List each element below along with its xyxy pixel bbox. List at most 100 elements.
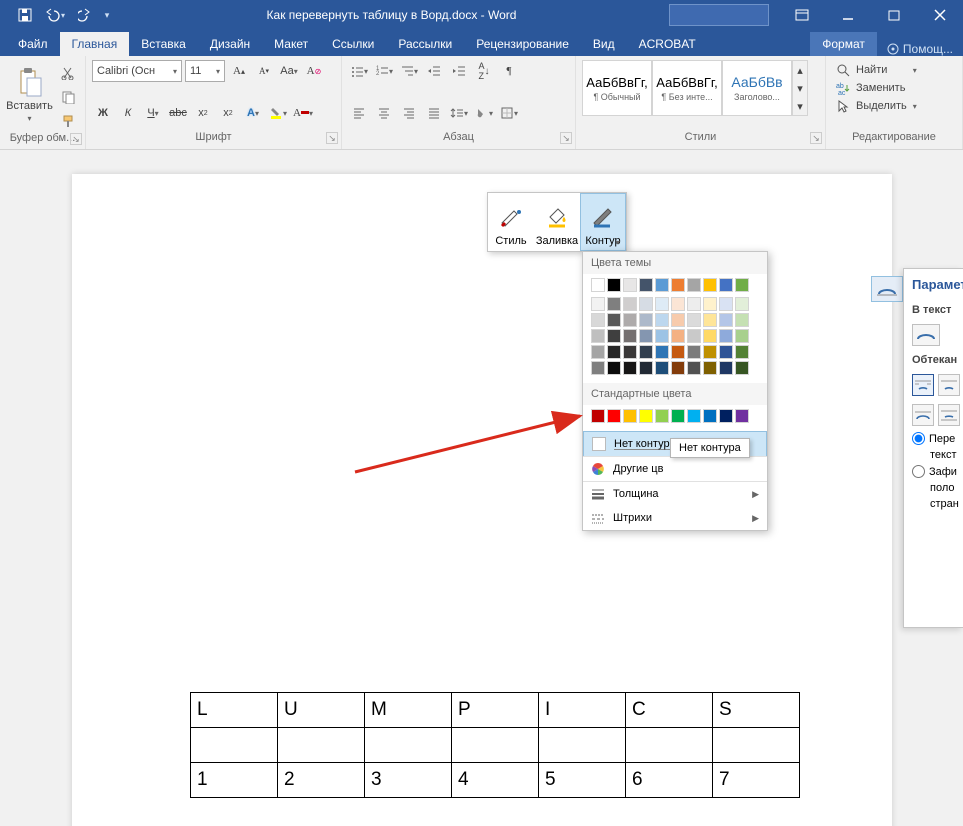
color-swatch[interactable] <box>671 278 685 292</box>
mini-fill-button[interactable]: Заливка <box>534 193 580 251</box>
color-swatch[interactable] <box>671 345 685 359</box>
underline-button[interactable]: Ч▾ <box>142 102 164 124</box>
color-swatch[interactable] <box>719 278 733 292</box>
color-swatch[interactable] <box>687 329 701 343</box>
color-swatch[interactable] <box>655 313 669 327</box>
table-cell[interactable]: 6 <box>626 763 713 798</box>
qat-customize[interactable]: ▾ <box>100 0 114 30</box>
color-swatch[interactable] <box>703 313 717 327</box>
redo-button[interactable] <box>70 0 100 30</box>
tab-acrobat[interactable]: ACROBAT <box>627 32 708 56</box>
color-swatch[interactable] <box>607 361 621 375</box>
color-swatch[interactable] <box>671 361 685 375</box>
font-launcher[interactable]: ↘ <box>326 132 338 144</box>
weight-item[interactable]: Толщина▶ <box>583 482 767 506</box>
bullets-button[interactable]: ▾ <box>348 60 370 82</box>
color-swatch[interactable] <box>671 297 685 311</box>
font-size-combo[interactable]: 11▾ <box>185 60 225 82</box>
color-swatch[interactable] <box>591 297 605 311</box>
cut-button[interactable] <box>57 62 79 84</box>
font-name-combo[interactable]: Calibri (Осн▾ <box>92 60 182 82</box>
color-swatch[interactable] <box>735 345 749 359</box>
tab-mailings[interactable]: Рассылки <box>386 32 464 56</box>
select-button[interactable]: Выделить▾ <box>832 98 921 114</box>
save-button[interactable] <box>10 0 40 30</box>
color-swatch[interactable] <box>687 297 701 311</box>
color-swatch[interactable] <box>607 345 621 359</box>
align-right-button[interactable] <box>398 102 420 124</box>
tab-home[interactable]: Главная <box>60 32 130 56</box>
color-swatch[interactable] <box>671 329 685 343</box>
mini-style-button[interactable]: Стиль <box>488 193 534 251</box>
table-cell[interactable]: P <box>452 693 539 728</box>
strike-button[interactable]: abc <box>167 102 189 124</box>
color-swatch[interactable] <box>639 409 653 423</box>
table-cell[interactable]: L <box>191 693 278 728</box>
close-button[interactable] <box>917 0 963 30</box>
tab-insert[interactable]: Вставка <box>129 32 198 56</box>
color-swatch[interactable] <box>703 345 717 359</box>
shading-button[interactable]: ▾ <box>473 102 495 124</box>
color-swatch[interactable] <box>623 278 637 292</box>
borders-button[interactable]: ▾ <box>498 102 520 124</box>
clear-format-button[interactable]: A⊘ <box>303 60 325 82</box>
color-swatch[interactable] <box>639 345 653 359</box>
text-effects-button[interactable]: A▾ <box>242 102 264 124</box>
table-cell[interactable]: I <box>539 693 626 728</box>
tab-format[interactable]: Формат <box>810 32 877 56</box>
color-swatch[interactable] <box>591 345 605 359</box>
color-swatch[interactable] <box>687 345 701 359</box>
styles-scroll-up[interactable]: ▴ <box>793 61 807 79</box>
user-account[interactable] <box>669 4 769 26</box>
color-swatch[interactable] <box>735 361 749 375</box>
color-swatch[interactable] <box>703 278 717 292</box>
format-painter-button[interactable] <box>57 110 79 132</box>
color-swatch[interactable] <box>639 329 653 343</box>
color-swatch[interactable] <box>607 297 621 311</box>
color-swatch[interactable] <box>623 361 637 375</box>
color-swatch[interactable] <box>607 329 621 343</box>
color-swatch[interactable] <box>639 278 653 292</box>
color-swatch[interactable] <box>655 297 669 311</box>
color-swatch[interactable] <box>703 361 717 375</box>
color-swatch[interactable] <box>607 313 621 327</box>
table-cell[interactable] <box>539 728 626 763</box>
color-swatch[interactable] <box>591 329 605 343</box>
change-case-button[interactable]: Aa▾ <box>278 60 300 82</box>
increase-indent-button[interactable] <box>448 60 470 82</box>
table-cell[interactable] <box>278 728 365 763</box>
superscript-button[interactable]: x2 <box>217 102 239 124</box>
color-swatch[interactable] <box>607 278 621 292</box>
line-spacing-button[interactable]: ▾ <box>448 102 470 124</box>
style-no-spacing[interactable]: АаБбВвГг,¶ Без инте... <box>652 60 722 116</box>
numbering-button[interactable]: 12▾ <box>373 60 395 82</box>
color-swatch[interactable] <box>655 278 669 292</box>
justify-button[interactable] <box>423 102 445 124</box>
color-swatch[interactable] <box>639 297 653 311</box>
color-swatch[interactable] <box>623 345 637 359</box>
wrap-square[interactable] <box>912 374 934 396</box>
table-cell[interactable]: 1 <box>191 763 278 798</box>
tell-me[interactable]: Помощ... <box>877 42 963 56</box>
subscript-button[interactable]: x2 <box>192 102 214 124</box>
pane-tab[interactable] <box>871 276 903 302</box>
maximize-button[interactable] <box>871 0 917 30</box>
color-swatch[interactable] <box>671 313 685 327</box>
color-swatch[interactable] <box>735 297 749 311</box>
table-cell[interactable]: S <box>713 693 800 728</box>
table-cell[interactable] <box>191 728 278 763</box>
style-heading1[interactable]: АаБбВвЗаголово... <box>722 60 792 116</box>
color-swatch[interactable] <box>639 313 653 327</box>
wrap-inline[interactable] <box>912 324 940 346</box>
color-swatch[interactable] <box>735 278 749 292</box>
color-swatch[interactable] <box>655 409 669 423</box>
color-swatch[interactable] <box>623 313 637 327</box>
color-swatch[interactable] <box>655 361 669 375</box>
wrap-through[interactable] <box>912 404 934 426</box>
color-swatch[interactable] <box>639 361 653 375</box>
color-swatch[interactable] <box>591 361 605 375</box>
wrap-tight[interactable] <box>938 374 960 396</box>
align-center-button[interactable] <box>373 102 395 124</box>
styles-gallery-button[interactable]: ▾ <box>793 97 807 115</box>
undo-button[interactable]: ▾ <box>40 0 70 30</box>
